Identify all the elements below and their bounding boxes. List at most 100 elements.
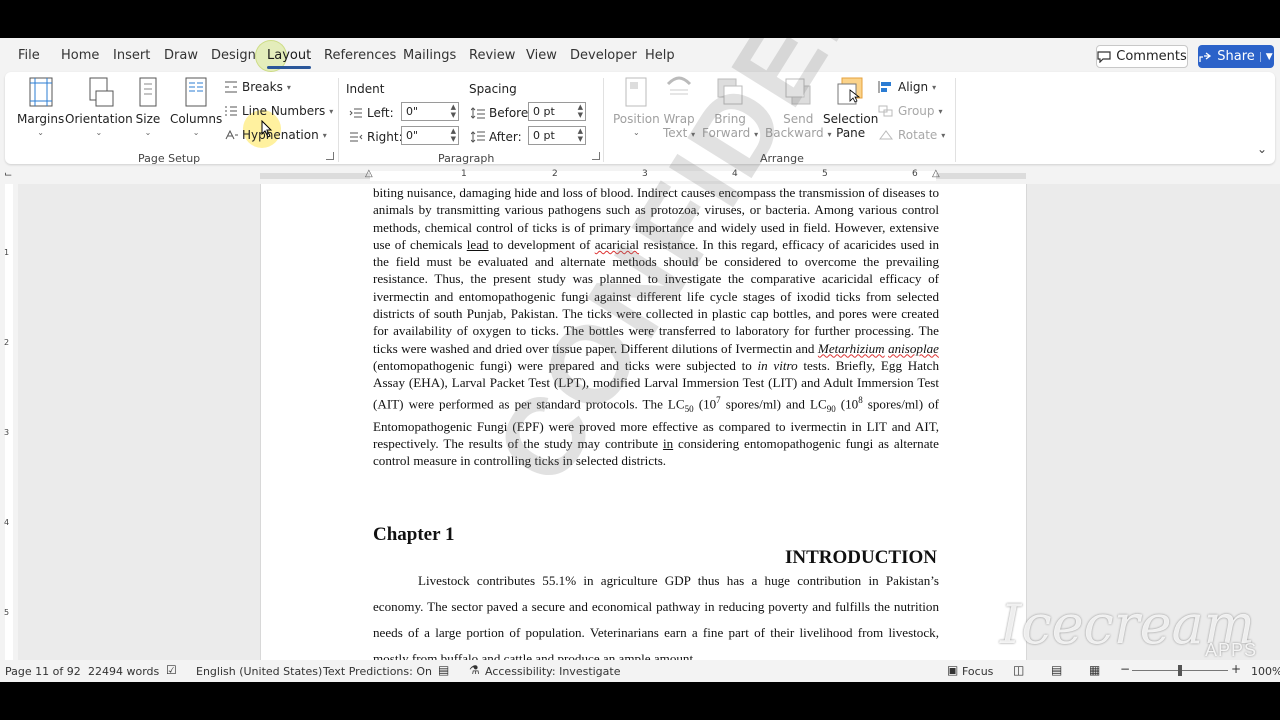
print-layout-icon[interactable]: ▤	[1051, 663, 1062, 677]
accessibility-status[interactable]: Accessibility: Investigate	[485, 665, 621, 678]
rotate-icon	[879, 130, 893, 140]
share-button[interactable]: Share ▼	[1198, 45, 1274, 68]
read-mode-icon[interactable]: ◫	[1013, 663, 1024, 677]
right-label: Right:	[367, 130, 403, 144]
focus-button[interactable]: Focus	[962, 665, 993, 678]
spacing-heading: Spacing	[469, 82, 517, 96]
spacing-after-label: After:	[471, 130, 522, 144]
tab-review[interactable]: Review	[469, 48, 515, 63]
chevron-down-icon[interactable]: ▼	[1259, 51, 1273, 62]
spin-arrows-icon[interactable]: ▲ ▼	[451, 127, 456, 143]
ruler-number: 2	[552, 169, 558, 179]
zoom-out-icon[interactable]: −	[1120, 662, 1130, 676]
spin-arrows-icon[interactable]: ▲ ▼	[578, 103, 583, 119]
chevron-down-icon: ▾	[932, 82, 937, 92]
vruler-number: 5	[4, 608, 10, 617]
icecream-apps-label: APPS	[1205, 640, 1258, 660]
hyphenation-icon	[225, 129, 238, 140]
spin-arrows-icon[interactable]: ▲ ▼	[578, 127, 583, 143]
align-button[interactable]: Align ▾	[878, 80, 936, 94]
tab-view[interactable]: View	[526, 48, 557, 63]
vruler-number: 2	[4, 338, 10, 347]
tab-draw[interactable]: Draw	[164, 48, 198, 63]
tab-home[interactable]: Home	[61, 48, 99, 63]
text-run: (10	[698, 395, 717, 411]
subscript: 50	[684, 403, 694, 414]
tab-design[interactable]: Design	[211, 48, 256, 63]
indent-right-input[interactable]: 0" ▲ ▼	[401, 126, 459, 145]
web-layout-icon[interactable]: ▦	[1089, 663, 1100, 677]
tab-developer[interactable]: Developer	[570, 48, 637, 63]
paragraph-launcher-icon[interactable]	[592, 152, 600, 160]
right-indent-marker-icon[interactable]: △	[932, 168, 940, 179]
ribbon: Margins ⌄ Orientation ⌄ Size ⌄ Columns ⌄ Bre…	[5, 72, 1275, 165]
pane-label: Pane	[836, 126, 866, 140]
tab-references[interactable]: References	[324, 48, 396, 63]
breaks-button[interactable]: Breaks ▾	[224, 80, 291, 94]
chevron-down-icon: ⌄	[144, 128, 152, 137]
hyphenation-button[interactable]: Hyphenation ▾	[224, 128, 327, 142]
selection-label: Selection	[823, 112, 879, 126]
spacing-after-icon	[471, 131, 485, 143]
line-numbers-button[interactable]: Line Numbers ▾	[224, 104, 333, 118]
vruler-number: 4	[4, 518, 10, 527]
proofing-icon[interactable]: ☑	[166, 663, 177, 677]
indent-marker-icon[interactable]: △	[365, 168, 373, 179]
zoom-in-icon[interactable]: +	[1231, 662, 1241, 676]
tab-mailings[interactable]: Mailings	[403, 48, 456, 63]
text-predictions[interactable]: Text Predictions: On	[323, 665, 432, 678]
group-divider	[338, 78, 339, 162]
indent-left-input[interactable]: 0" ▲ ▼	[401, 102, 459, 121]
language[interactable]: English (United States)	[196, 665, 322, 678]
text-run: to development of	[492, 236, 591, 252]
text-run: spores/ml) and LC	[725, 395, 827, 411]
ruler-margin-left	[260, 173, 370, 179]
page-setup-launcher-icon[interactable]	[326, 152, 334, 160]
page-count[interactable]: Page 11 of 92	[5, 665, 81, 678]
tab-layout[interactable]: Layout	[267, 48, 312, 69]
intro-paragraph[interactable]: Livestock contributes 55.1% in agricultu…	[373, 568, 939, 660]
columns-button[interactable]: Columns ⌄	[170, 76, 222, 140]
collapse-ribbon-icon[interactable]: ⌄	[1257, 142, 1267, 156]
align-label: Align	[898, 80, 929, 94]
tab-selector-icon[interactable]: ⌙	[4, 169, 12, 180]
vruler-number: 1	[4, 248, 10, 257]
accessibility-icon: ⚗	[469, 663, 480, 677]
ruler-number: 6	[912, 169, 918, 179]
line-numbers-label: Line Numbers	[242, 104, 326, 118]
columns-label: Columns	[170, 112, 223, 126]
vertical-ruler[interactable]: 1 2 3 4 5	[0, 184, 18, 660]
position-button[interactable]: Position ⌄	[613, 76, 660, 140]
spacing-after-input[interactable]: 0 pt ▲ ▼	[528, 126, 586, 145]
tab-help[interactable]: Help	[645, 48, 675, 63]
word-count[interactable]: 22494 words	[88, 665, 159, 678]
zoom-level[interactable]: 100%	[1251, 665, 1280, 678]
before-label: Before:	[489, 106, 533, 120]
margins-button[interactable]: Margins ⌄	[17, 76, 64, 140]
spin-arrows-icon[interactable]: ▲ ▼	[451, 103, 456, 119]
chapter-heading[interactable]: Chapter 1	[373, 524, 454, 546]
zoom-slider-thumb[interactable]	[1178, 665, 1182, 676]
page-setup-group-label: Page Setup	[138, 152, 201, 165]
tab-file[interactable]: File	[18, 48, 40, 63]
indent-left-icon	[349, 108, 362, 118]
margins-label: Margins	[17, 112, 65, 126]
group-label: Group	[898, 104, 935, 118]
chevron-down-icon: ⌄	[95, 128, 103, 137]
line-numbers-icon	[225, 106, 237, 116]
size-button[interactable]: Size ⌄	[133, 76, 163, 140]
position-label: Position	[613, 112, 660, 126]
group-button[interactable]: Group ▾	[878, 104, 943, 118]
orientation-button[interactable]: Orientation ⌄	[65, 76, 133, 140]
tab-insert[interactable]: Insert	[113, 48, 150, 63]
group-divider	[603, 78, 604, 162]
chevron-down-icon: ▾	[941, 130, 946, 140]
spacing-before-input[interactable]: 0 pt ▲ ▼	[528, 102, 586, 121]
status-bar: Page 11 of 92 22494 words ☑ English (Uni…	[0, 660, 1280, 682]
rotate-button[interactable]: Rotate ▾	[878, 128, 945, 142]
comments-button[interactable]: Comments	[1096, 45, 1188, 68]
section-heading[interactable]: INTRODUCTION	[785, 547, 937, 569]
indent-left-value: 0"	[406, 105, 419, 118]
subscript: 90	[826, 403, 836, 414]
macro-icon[interactable]: ▤	[438, 663, 449, 677]
